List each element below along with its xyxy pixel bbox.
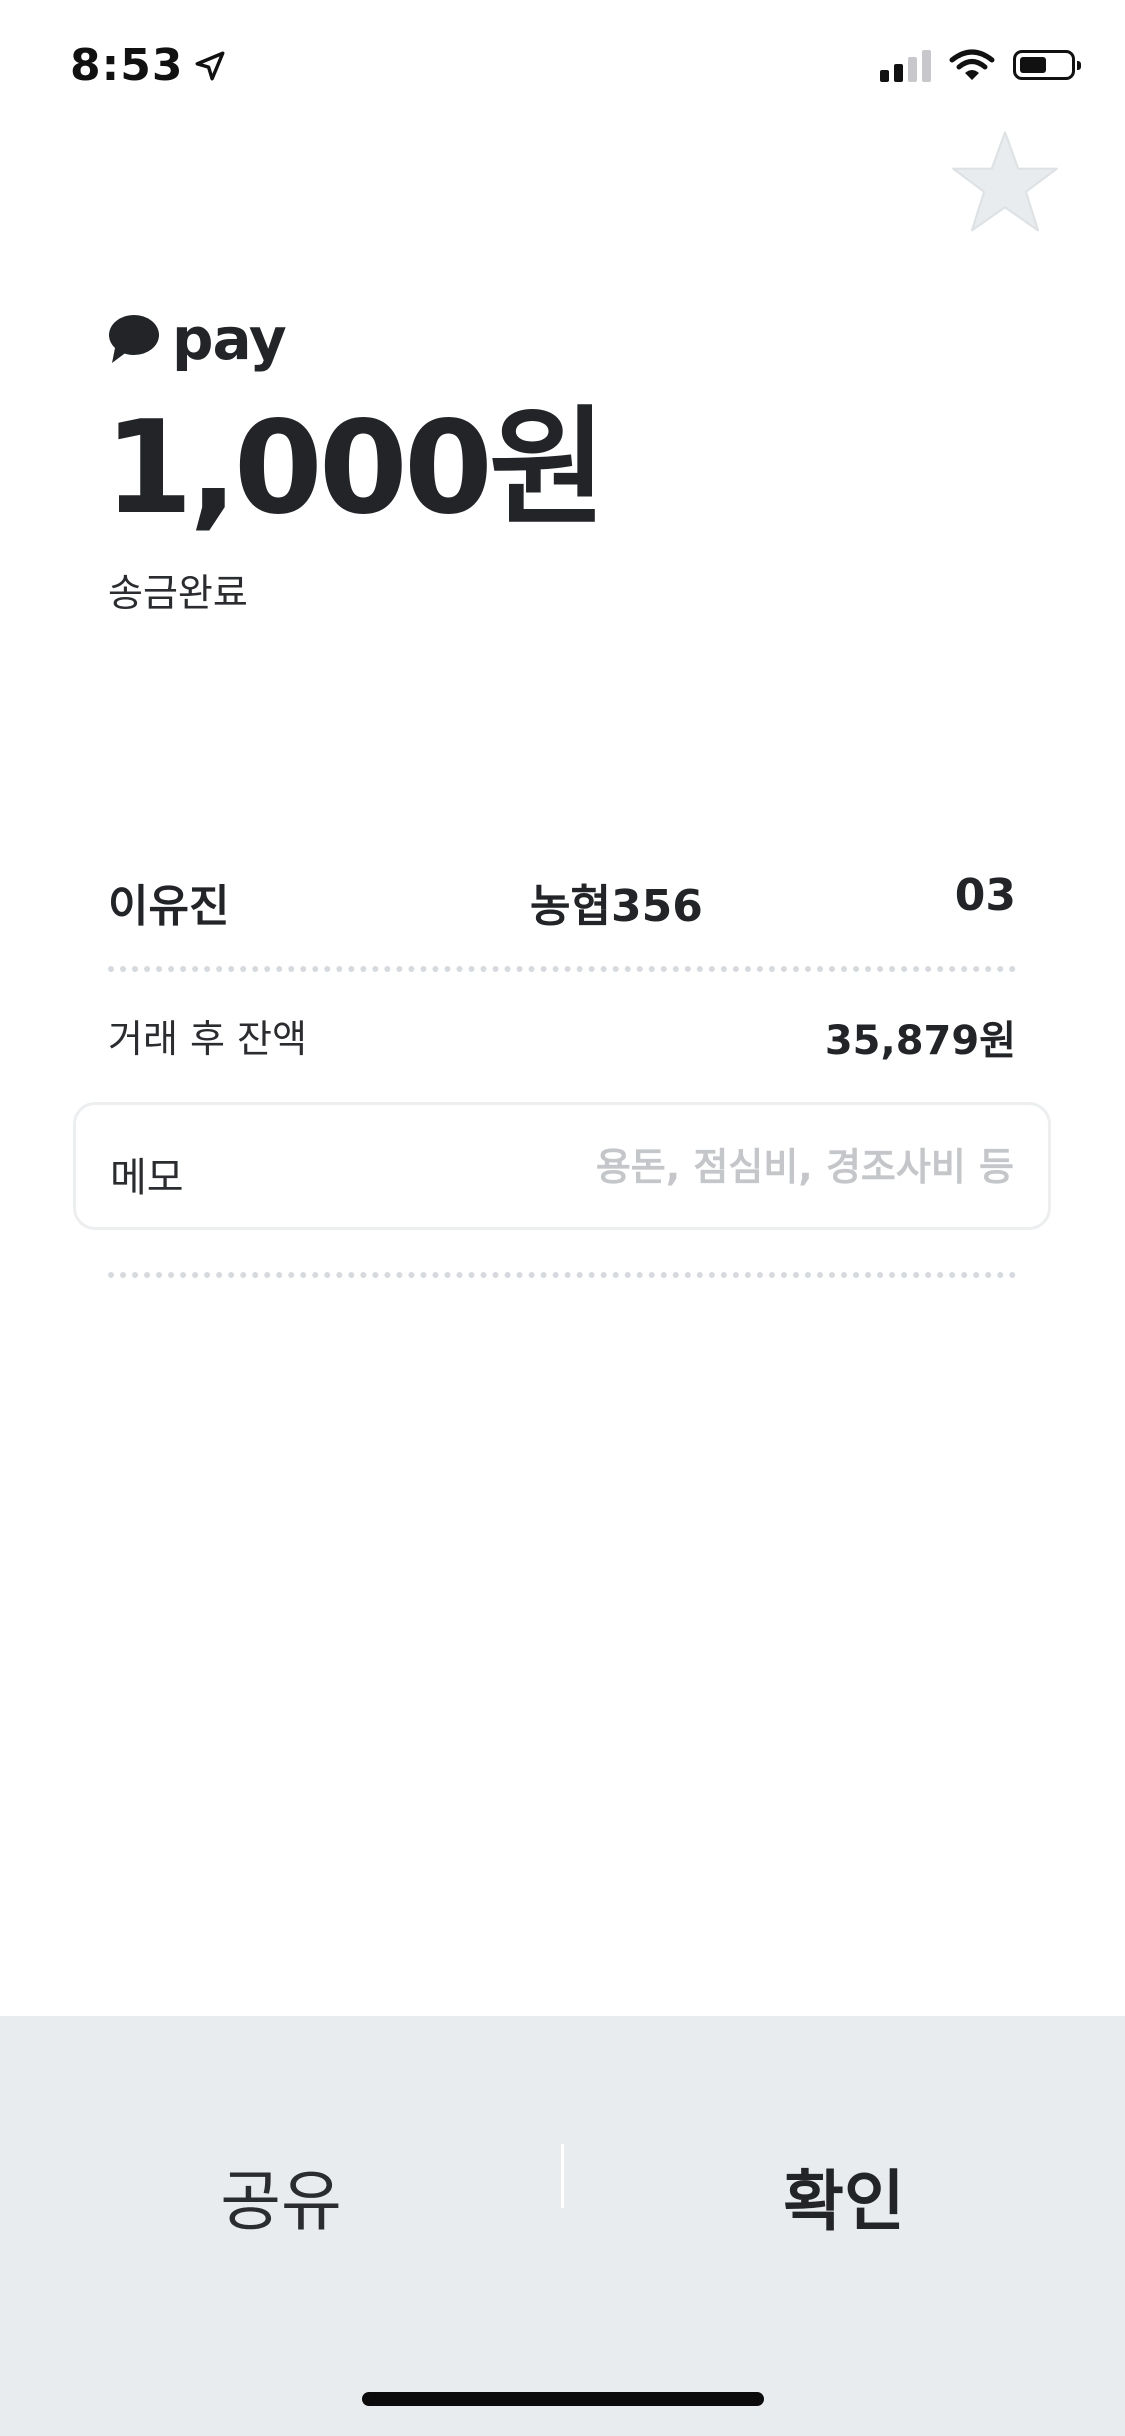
memo-field[interactable]: 메모: [73, 1102, 1051, 1230]
status-bar-time: 8:53: [70, 40, 227, 91]
logo-text: pay: [172, 305, 287, 373]
dotted-divider: [108, 1272, 1016, 1278]
kakaopay-logo: pay: [106, 305, 287, 373]
recipient-name: 이유진: [108, 881, 230, 932]
status-bar-icons: [880, 48, 1081, 82]
recipient-account-suffix: 03: [954, 870, 1016, 921]
recipient-bank-account: 농협356: [530, 881, 703, 932]
bottom-action-bar: 공유 확인: [0, 2016, 1125, 2436]
memo-input[interactable]: [452, 1133, 1016, 1201]
dotted-divider: [108, 966, 1016, 972]
status-time-text: 8:53: [70, 40, 184, 91]
star-icon[interactable]: [950, 128, 1060, 238]
cellular-signal-icon: [880, 48, 931, 82]
confirm-button[interactable]: 확인: [563, 2096, 1125, 2296]
transfer-complete-screen: 8:53 pay 1,000원 송금완료 이유진 농협356 03 거래 후 잔…: [0, 0, 1125, 2436]
home-indicator[interactable]: [362, 2392, 764, 2406]
wifi-icon: [949, 49, 995, 80]
battery-icon: [1013, 50, 1081, 80]
transfer-status: 송금완료: [108, 571, 248, 615]
location-arrow-icon: [196, 51, 225, 80]
balance-value: 35,879원: [824, 1018, 1016, 1064]
transfer-amount: 1,000원: [104, 394, 607, 543]
speech-bubble-icon: [109, 315, 159, 363]
balance-row: 거래 후 잔액 35,879원: [108, 1008, 1016, 1064]
memo-label: 메모: [110, 1155, 184, 1201]
balance-label: 거래 후 잔액: [108, 1017, 307, 1061]
share-button[interactable]: 공유: [0, 2096, 562, 2296]
recipient-row: 이유진 농협356 03: [108, 870, 1016, 932]
